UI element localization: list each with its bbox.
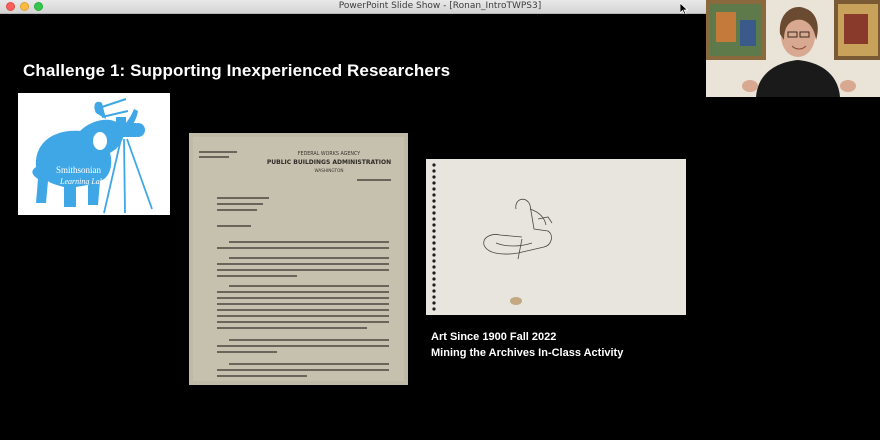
archival-letter-image: FEDERAL WORKS AGENCY PUBLIC BUILDINGS AD… <box>189 133 408 385</box>
letter-header-org: PUBLIC BUILDINGS ADMINISTRATION <box>267 159 391 166</box>
caption-line-activity: Mining the Archives In-Class Activity <box>431 347 624 359</box>
elephant-camera-icon: Smithsonian Learning Lab <box>32 98 153 214</box>
sketchbook-drawing-image <box>426 159 686 315</box>
slide-caption: Art Since 1900 Fall 2022 Mining the Arch… <box>431 329 623 361</box>
smithsonian-learning-lab-logo: Smithsonian Learning Lab <box>18 93 170 215</box>
logo-text-learning-lab: Learning Lab <box>59 177 104 186</box>
slide-area[interactable]: Challenge 1: Supporting Inexperienced Re… <box>0 14 705 440</box>
logo-text-smithsonian: Smithsonian <box>56 165 102 175</box>
slide-title: Challenge 1: Supporting Inexperienced Re… <box>23 61 451 80</box>
side-panel <box>705 97 880 440</box>
presenter-video-feed <box>706 0 880 97</box>
caption-line-course: Art Since 1900 Fall 2022 <box>431 331 557 343</box>
letter-header-agency: FEDERAL WORKS AGENCY <box>298 151 360 157</box>
letter-header-city: WASHINGTON <box>314 168 343 173</box>
